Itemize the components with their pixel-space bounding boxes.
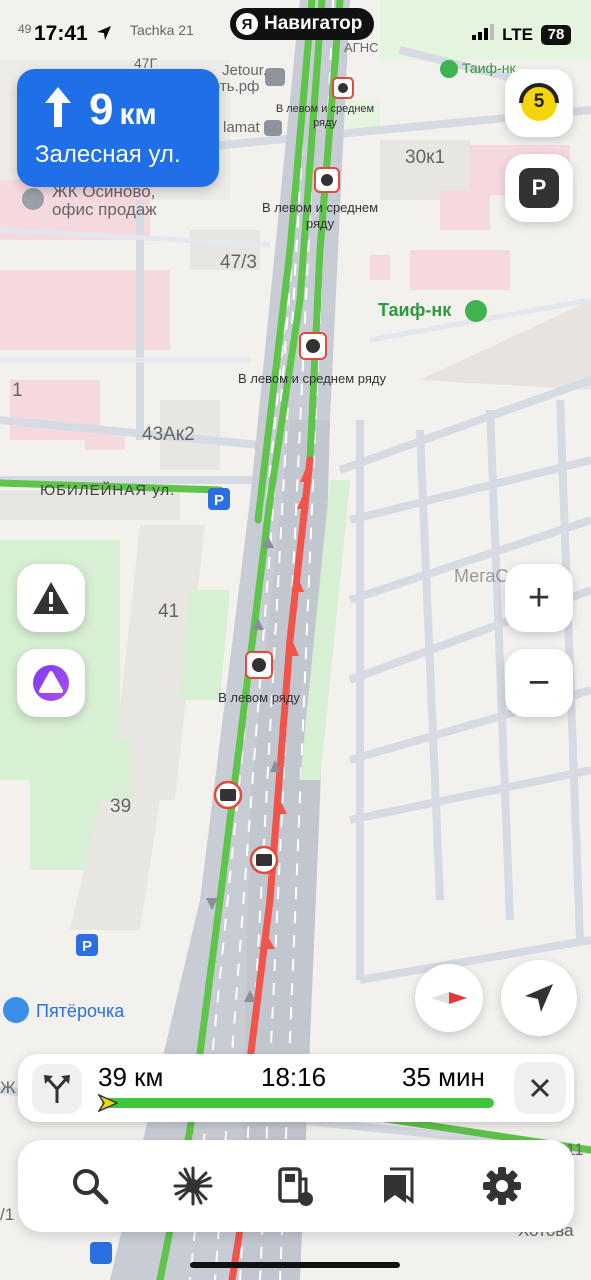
alice-button[interactable] <box>17 649 85 717</box>
discovery-button[interactable] <box>158 1151 228 1221</box>
signal-icon <box>472 24 495 45</box>
svg-text:P: P <box>82 938 92 955</box>
minus-icon: − <box>527 662 551 704</box>
navigation-arrow-icon <box>525 984 553 1012</box>
yandex-logo-icon: Я <box>236 13 258 35</box>
navigator-pill[interactable]: Я Навигатор <box>230 8 375 40</box>
gas-station-button[interactable] <box>261 1151 331 1221</box>
status-indicators: LTE 78 <box>472 24 571 45</box>
arrow-up-icon <box>45 87 71 132</box>
search-icon <box>72 1169 109 1205</box>
settings-icon <box>483 1167 522 1205</box>
warning-icon <box>33 582 69 614</box>
map-label-slash-1: /1 <box>0 1205 15 1224</box>
map-label-taif-mid: Таиф-нк <box>378 300 452 320</box>
plus-icon: + <box>527 577 551 619</box>
bookmarks-button[interactable] <box>364 1151 434 1221</box>
status-bar: 17:41 Я Навигатор LTE 78 <box>0 0 591 60</box>
map-label-41: 41 <box>158 601 180 622</box>
route-duration: 35 мин <box>402 1062 485 1092</box>
map-label-street-yubileynaya: ЮБИЛЕЙНАЯ ул. <box>40 482 176 499</box>
alice-icon <box>33 665 69 701</box>
home-indicator[interactable] <box>190 1262 400 1268</box>
event-label-2: В левом и среднем ряду <box>261 200 379 231</box>
bottom-toolbar <box>18 1140 574 1232</box>
maneuver-street: Залесная ул. <box>35 141 181 168</box>
app-name: Навигатор <box>264 13 363 34</box>
fork-arrows-icon <box>44 1075 70 1103</box>
my-location-button[interactable] <box>501 960 577 1036</box>
gas-station-icon <box>278 1167 313 1206</box>
event-label-1: В левом и среднем ряду <box>275 103 375 129</box>
map-label-jetour-site: еть.рф <box>212 78 260 95</box>
maneuver-distance-unit: км <box>119 98 157 131</box>
compass-icon <box>431 992 467 1004</box>
maneuver-card[interactable]: 9 км Залесная ул. <box>17 69 219 187</box>
speed-limit-button[interactable]: 5 <box>505 69 573 137</box>
speed-limit-value: 5 <box>533 91 545 112</box>
maneuver-distance: 9 км <box>89 85 157 135</box>
settings-button[interactable] <box>467 1151 537 1221</box>
map-label-47-3: 47/3 <box>220 252 257 273</box>
status-time: 17:41 <box>34 22 88 45</box>
route-eta: 18:16 <box>261 1062 327 1092</box>
parking-icon: P <box>519 168 559 208</box>
map-label-43ak2: 43Ак2 <box>142 424 195 445</box>
search-button[interactable] <box>55 1151 125 1221</box>
location-arrow-icon <box>95 24 113 47</box>
close-icon <box>530 1078 550 1098</box>
bookmarks-icon <box>384 1167 414 1205</box>
route-alternatives-button[interactable] <box>32 1064 82 1114</box>
zoom-out-button[interactable]: − <box>505 649 573 717</box>
progress-marker-icon <box>97 1093 119 1117</box>
map-label-30k1: 30к1 <box>405 147 446 168</box>
event-label-3: В левом и среднем ряду <box>238 371 386 386</box>
report-incident-button[interactable] <box>17 564 85 632</box>
compass-button[interactable] <box>415 964 483 1032</box>
map-label-jk-2: офис продаж <box>52 200 157 219</box>
zoom-in-button[interactable]: + <box>505 564 573 632</box>
maneuver-distance-value: 9 <box>89 85 114 134</box>
parking-button[interactable]: P <box>505 154 573 222</box>
map-label-pyaterochka: Пятёрочка <box>36 1001 125 1021</box>
svg-text:P: P <box>214 492 224 509</box>
close-route-button[interactable] <box>514 1062 566 1114</box>
map-label-zh: Ж <box>0 1078 16 1097</box>
map-label-taif-top: Таиф-нк <box>462 60 516 76</box>
battery-icon: 78 <box>541 24 571 45</box>
network-type: LTE <box>502 24 533 44</box>
event-label-4: В левом ряду <box>218 690 300 705</box>
map-label-39: 39 <box>110 796 132 817</box>
map-label-lamat: lamat <box>223 119 260 136</box>
map-label-jetour: Jetour. <box>222 62 268 79</box>
map-label-1: 1 <box>12 380 23 401</box>
route-progress-bar <box>97 1093 494 1113</box>
route-distance: 39 км <box>98 1062 164 1092</box>
discovery-icon <box>173 1166 213 1206</box>
route-info-bar[interactable]: 39 км 18:16 35 мин <box>18 1054 574 1122</box>
